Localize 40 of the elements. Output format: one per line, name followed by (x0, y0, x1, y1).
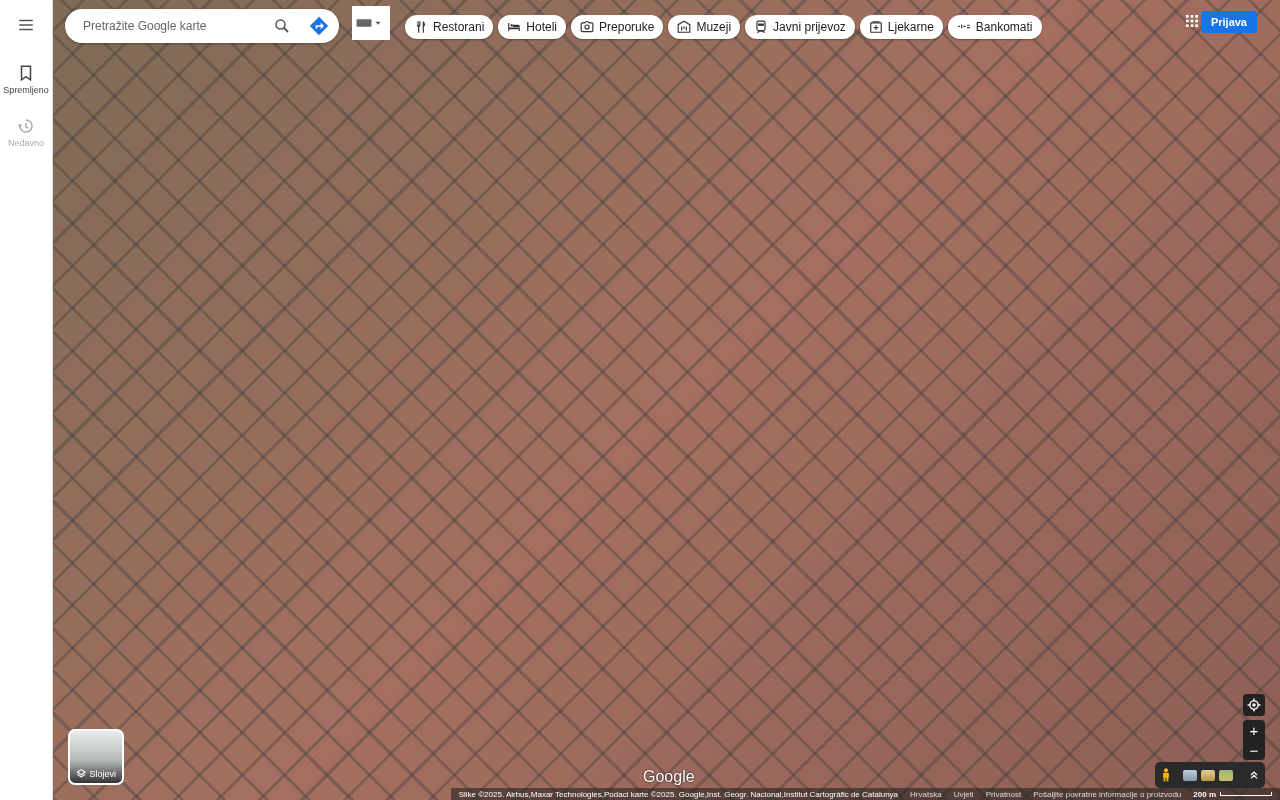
camera-icon (580, 20, 595, 34)
sign-in-button[interactable]: Prijava (1200, 11, 1257, 33)
fork-knife-icon (414, 20, 428, 34)
category-chip[interactable]: Javni prijevoz (745, 15, 855, 39)
chevron-up-icon (1249, 770, 1259, 780)
history-icon (17, 117, 35, 135)
zoom-out-button[interactable]: − (1243, 740, 1265, 760)
footer-link[interactable]: Pošaljite povratne informacije o proizvodu (1033, 789, 1182, 799)
map-type-thumbnail[interactable] (1183, 769, 1197, 781)
map-type-thumbnail[interactable] (1201, 769, 1215, 781)
my-location-button[interactable] (1243, 694, 1265, 716)
grid-icon (1184, 13, 1200, 29)
scale-bar (1220, 792, 1272, 796)
building-icon (677, 20, 692, 34)
train-icon (754, 20, 769, 34)
search-icon (273, 17, 291, 35)
category-chip[interactable]: Bankomati (947, 15, 1042, 39)
scale-label: 200 m (1193, 789, 1216, 799)
google-logo: Google (643, 768, 695, 786)
footer-link[interactable]: Hrvatska (910, 789, 942, 799)
layers-icon (76, 768, 87, 779)
category-chip[interactable]: Preporuke (571, 15, 664, 39)
apps-button[interactable] (1184, 13, 1200, 29)
map-type-thumbnail[interactable] (1219, 769, 1233, 781)
bed-icon (507, 20, 522, 34)
category-chip[interactable]: Ljekarne (859, 15, 943, 39)
search-bar[interactable]: Pretražite Google karte (65, 9, 339, 43)
category-chip[interactable]: Muzeji (668, 15, 741, 39)
medicine-icon (868, 20, 883, 34)
sidebar-item[interactable]: Spremljeno (1, 62, 51, 97)
crosshair-icon (1247, 698, 1261, 712)
directions-icon (309, 16, 329, 36)
keyboard-toggle[interactable] (352, 6, 390, 40)
attribution-text: Slike ©2025. Airbus,Maxar Technologies,Podaci karte ©2025. Google,Inst. Geogr. Nacional,Institut Cartogràfic de Catalunya (458, 789, 899, 799)
layers-button[interactable]: Slojevi (68, 729, 124, 785)
category-chip[interactable]: Restorani (405, 15, 494, 39)
footer-link[interactable]: Uvjeti (953, 789, 974, 799)
footer-link[interactable]: Privatnost (985, 789, 1022, 799)
category-chip[interactable]: Hoteli (498, 15, 567, 39)
zoom-in-button[interactable]: + (1243, 720, 1265, 740)
